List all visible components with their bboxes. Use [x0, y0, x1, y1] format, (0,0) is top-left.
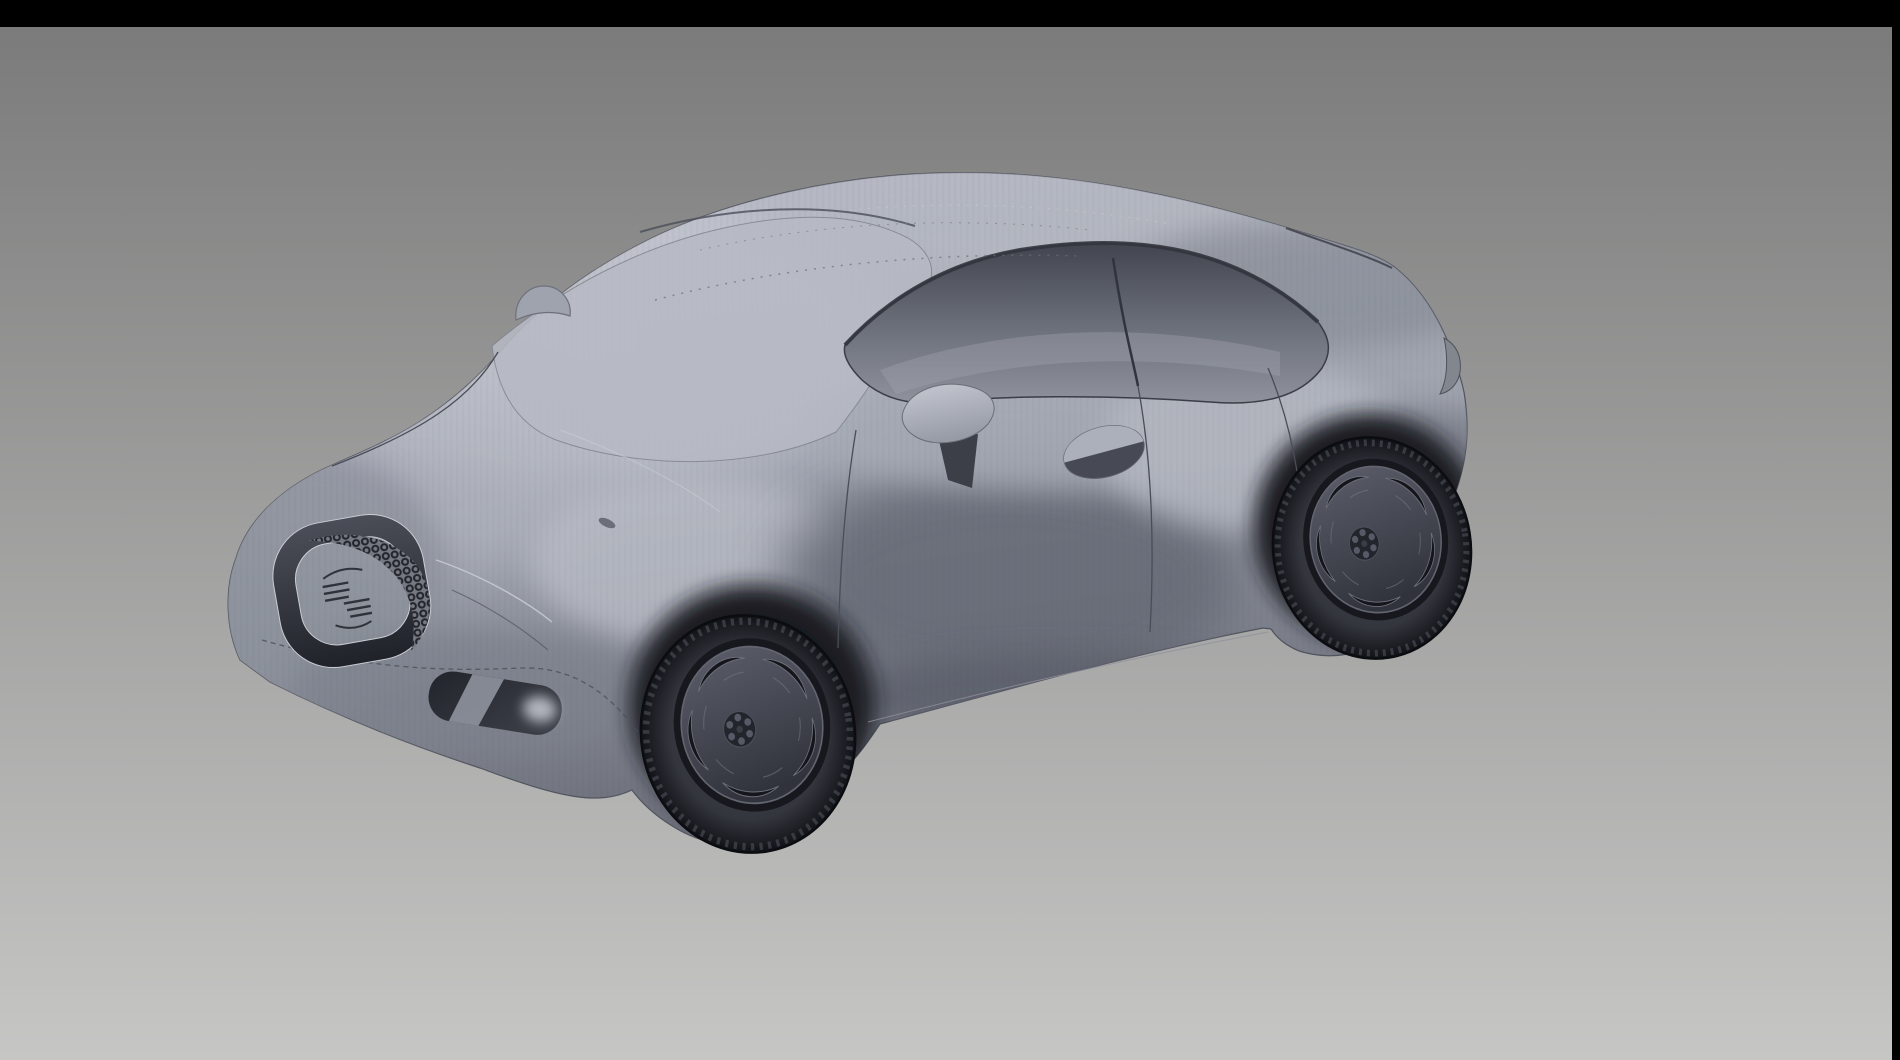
- top-black-bar: [0, 0, 1900, 27]
- application-window: [0, 0, 1900, 1060]
- right-black-bar: [1892, 0, 1900, 1060]
- render-canvas: [0, 0, 1900, 1060]
